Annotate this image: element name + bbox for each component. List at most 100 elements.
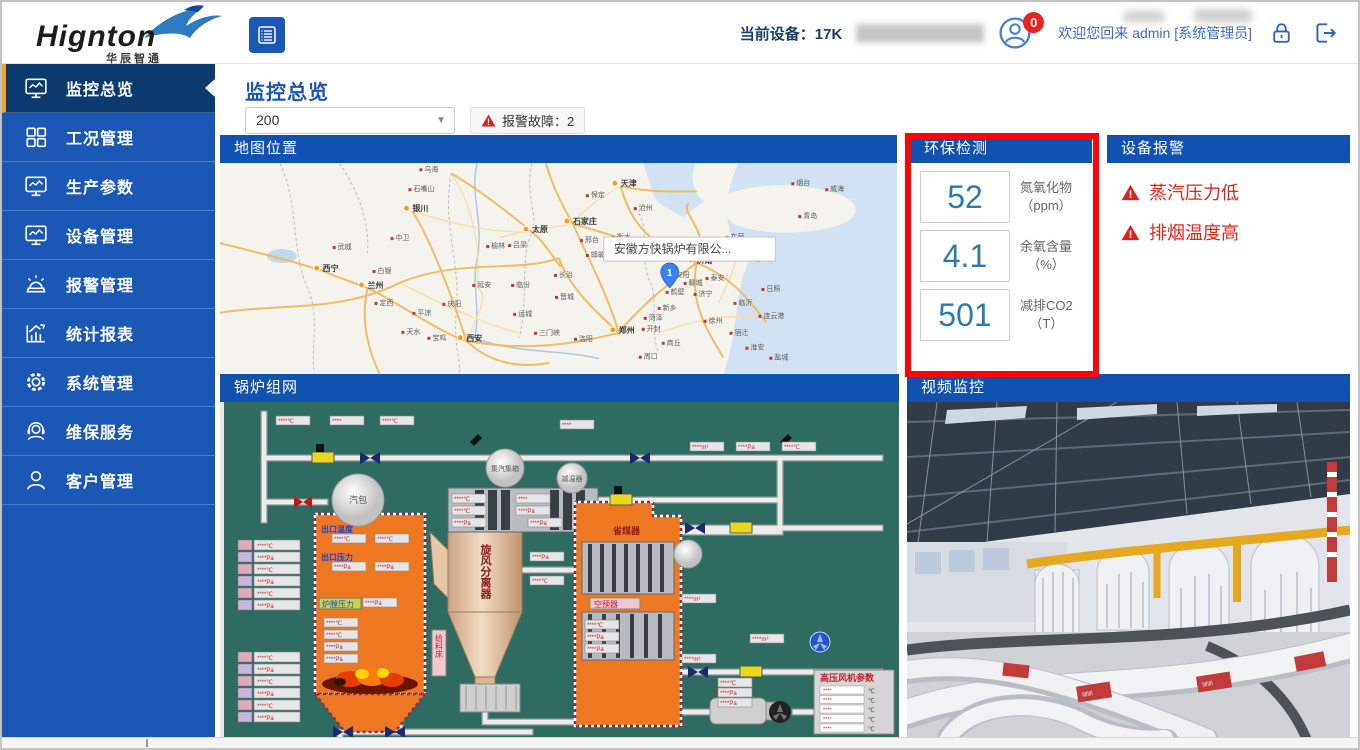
svg-text:****℃: ****℃ [257, 703, 273, 710]
map-city-label: 榆林 [491, 241, 505, 250]
map-city-dot [733, 302, 736, 305]
map-city-label: 石嘴山 [413, 184, 434, 193]
boiler-masked-value: ****℃ [720, 680, 736, 687]
map-view[interactable]: 乌海石嘴山中卫武威白银定西天水宝鸡平凉庆阳延安榆林吕梁临汾运城长治晋城邯郸邢台保… [220, 163, 897, 374]
svg-text:****Pa: ****Pa [257, 668, 274, 674]
map-city-dot [791, 182, 794, 185]
svg-text:****Pa: ****Pa [257, 716, 274, 722]
logout-button[interactable] [1310, 18, 1340, 48]
map-city-dot [761, 288, 764, 291]
metric-value: 4.1 [920, 230, 1010, 282]
company-logo: Hignton 华辰智通 [28, 6, 223, 62]
device-select[interactable]: 200 ▼ [245, 107, 455, 134]
map-city-dot [580, 239, 583, 242]
map-city-label: 临汾 [516, 280, 530, 289]
map-city-label: 天水 [406, 327, 420, 336]
user-notification[interactable]: 0 [998, 16, 1044, 50]
alarm-text: 蒸汽压力低 [1149, 179, 1239, 205]
boiler-masked-value: ****℃ [532, 578, 548, 585]
boiler-masked-value: ****℃ [784, 444, 800, 451]
svg-text:减温器: 减温器 [562, 474, 583, 483]
svg-text:****℃: ****℃ [257, 543, 273, 550]
map-city-label: 武威 [338, 242, 352, 251]
stats-chart-icon [24, 321, 48, 345]
sidebar-item-statistics-report[interactable]: 统计报表 [2, 309, 215, 358]
sidebar-item-device-mgmt[interactable]: 设备管理 [2, 211, 215, 260]
map-tooltip: 安徽方快锅炉有限公... [604, 237, 775, 261]
svg-text:****: **** [823, 717, 832, 723]
map-city-label: 乌海 [424, 164, 438, 173]
map-graphic: 乌海石嘴山中卫武威白银定西天水宝鸡平凉庆阳延安榆林吕梁临汾运城长治晋城邯郸邢台保… [220, 163, 897, 374]
map-city-label: 洛阳 [579, 334, 593, 343]
map-city-dot [825, 188, 828, 191]
map-capital-dot [523, 226, 529, 232]
map-city-dot [472, 284, 475, 287]
boiler-masked-value: ****℃ [454, 496, 470, 503]
metric-value: 52 [920, 171, 1010, 223]
warning-triangle-icon: ! [1121, 184, 1140, 201]
sidebar-item-production-params[interactable]: 生产参数 [2, 162, 215, 211]
alarm-text: 排烟温度高 [1149, 219, 1239, 245]
horizontal-scrollbar[interactable] [2, 737, 1358, 748]
main-content: 监控总览 200 ▼ ! 报警故障：2 地图位置 [215, 64, 1358, 748]
video-feed[interactable]: |||||||| |||||||| [907, 402, 1350, 740]
map-city-dot [333, 246, 336, 249]
map-capital-label: 太原 [532, 224, 548, 234]
user-icon [24, 468, 48, 492]
boiler-masked-value: ****℃ [377, 536, 393, 543]
video-monitor-panel: 视频监控 [907, 374, 1350, 740]
svg-text:出口温度: 出口温度 [321, 524, 354, 534]
alarm-panel-title: 设备报警 [1107, 135, 1350, 163]
sidebar-item-label: 统计报表 [66, 321, 134, 345]
map-capital-dot [457, 335, 463, 341]
map-city-label: 青岛 [803, 211, 817, 220]
map-city-dot [375, 302, 378, 305]
top-bar: Hignton 华辰智通 当前设备：17K [2, 2, 1358, 64]
map-city-dot [513, 313, 516, 316]
map-city-label: 菏泽 [649, 313, 663, 322]
sidebar-item-label: 客户管理 [66, 468, 134, 492]
boiler-masked-value: ****Pa [720, 701, 737, 707]
boiler-masked-value: ****m³ [692, 445, 708, 451]
boiler-masked-value: ****℃ [326, 632, 342, 639]
map-city-label: 聊城 [689, 278, 703, 287]
svg-text:给料床: 给料床 [435, 633, 444, 659]
svg-text:安徽方快锅炉有限公...: 安徽方快锅炉有限公... [614, 241, 732, 256]
sidebar-item-system-mgmt[interactable]: 系统管理 [2, 358, 215, 407]
welcome-label: 欢迎您回来 [1058, 25, 1128, 41]
warning-triangle-icon: ! [481, 114, 496, 127]
sidebar-item-condition-mgmt[interactable]: 工况管理 [2, 113, 215, 162]
map-panel-title: 地图位置 [220, 135, 897, 163]
map-capital-label: 银川 [411, 203, 428, 213]
lock-button[interactable] [1266, 18, 1296, 48]
map-city-label: 平凉 [417, 308, 431, 317]
svg-text:℃: ℃ [868, 717, 875, 724]
monitor-chart-icon [24, 76, 48, 100]
map-city-dot [694, 293, 697, 296]
boiler-scada-view[interactable]: 汽包 出口温度 出口压力 炉膛压力 [220, 402, 899, 740]
map-city-dot [442, 303, 445, 306]
app-window: Hignton 华辰智通 当前设备：17K [0, 0, 1360, 750]
boiler-masked-value: ****Pa [454, 521, 471, 527]
alarm-list: ! 蒸汽压力低 ! 排烟温度高 [1107, 163, 1350, 374]
svg-text:****: **** [823, 698, 832, 704]
map-city-label: 邯郸 [591, 250, 605, 259]
sidebar-toggle-button[interactable] [249, 17, 285, 53]
sidebar-item-customer-mgmt[interactable]: 客户管理 [2, 456, 215, 505]
map-city-label: 商丘 [667, 338, 681, 347]
sidebar-item-alarm-mgmt[interactable]: 报警管理 [2, 260, 215, 309]
user-name-role: admin [系统管理员] [1132, 25, 1252, 41]
notification-badge: 0 [1023, 12, 1044, 33]
map-capital-dot [610, 327, 616, 333]
map-city-label: 烟台 [796, 178, 810, 187]
boiler-masked-value: ****Pa [334, 565, 351, 571]
sidebar-item-monitor-overview[interactable]: 监控总览 [2, 64, 215, 113]
svg-text:炉膛压力: 炉膛压力 [322, 599, 354, 609]
welcome-text: 欢迎您回来 admin [系统管理员] [1058, 23, 1252, 43]
metric-co2: 501 减排CO2 （T） [920, 289, 1082, 341]
map-city-label: 开封 [647, 324, 661, 333]
alarm-fault-badge[interactable]: ! 报警故障：2 [470, 107, 585, 134]
env-monitor-panel: 环保检测 52 氮氧化物 （ppm） 4.1 余氧含量 （%） [910, 135, 1092, 374]
sidebar-item-maintenance-service[interactable]: 维保服务 [2, 407, 215, 456]
monitor-chart-icon [24, 174, 48, 198]
